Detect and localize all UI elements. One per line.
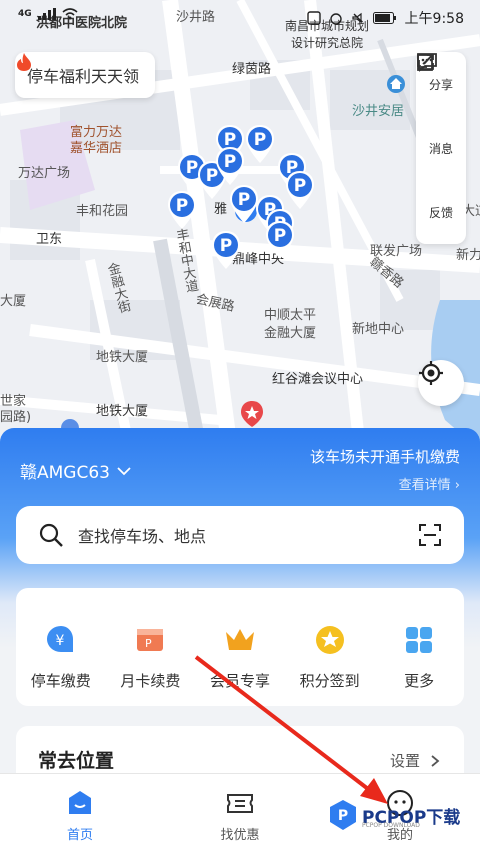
scan-icon[interactable]: [418, 523, 442, 547]
monthly-card-icon: P: [137, 629, 164, 651]
map-label: 红谷滩会议中心: [272, 372, 364, 387]
search-input[interactable]: 查找停车场、地点: [78, 523, 418, 547]
map-label: 中顺太平: [264, 308, 317, 323]
chevron-right-icon: [431, 754, 440, 767]
svg-text:P: P: [176, 196, 188, 216]
crown-icon: [225, 629, 254, 650]
parking-pin-icon[interactable]: P: [284, 170, 316, 210]
parking-pin-icon[interactable]: P: [210, 230, 242, 270]
nav-deals-label: 找优惠: [220, 828, 260, 843]
svg-text:P: P: [224, 152, 236, 172]
svg-text:P: P: [294, 176, 306, 196]
mute-icon: [351, 12, 363, 24]
settings-label: 设置: [389, 752, 420, 770]
payment-notice: 该车场未开通手机缴费: [309, 448, 460, 466]
map-label: 沙井安居: [352, 104, 405, 119]
view-details-link[interactable]: 查看详情 ›: [399, 474, 460, 493]
parking-pin-icon[interactable]: P: [214, 146, 246, 186]
map-label: 新力: [456, 248, 480, 263]
quick-action-label: 积分签到: [299, 672, 360, 690]
quick-action-label: 会员专享: [209, 672, 270, 690]
message-button[interactable]: 消息: [416, 53, 466, 180]
map-label: 绿茵路: [232, 62, 272, 77]
chevron-right-icon: ›: [454, 478, 460, 493]
quick-action-checkin[interactable]: 积分签到: [290, 624, 370, 706]
nav-home[interactable]: 首页: [20, 774, 140, 853]
chevron-down-icon: [117, 466, 131, 475]
search-icon: [39, 523, 63, 547]
map-label: 卫东: [36, 232, 63, 247]
star-coin-icon: [315, 626, 344, 654]
svg-text:P: P: [145, 637, 152, 650]
plate-number: 赣AMGC63: [20, 463, 110, 483]
svg-text:P: P: [238, 190, 250, 210]
feedback-label: 反馈: [428, 205, 453, 220]
promo-label: 停车福利天天领: [27, 67, 140, 86]
nav-deals[interactable]: 找优惠: [180, 774, 300, 853]
quick-action-label: 更多: [404, 672, 435, 690]
nav-home-label: 首页: [66, 828, 93, 843]
plate-selector[interactable]: 赣AMGC63: [20, 458, 132, 483]
alarm-icon: [329, 13, 342, 25]
map-label: 设计研究总院: [291, 36, 364, 50]
map-label: 地铁大厦: [96, 350, 149, 365]
quick-action-label: 停车缴费: [30, 672, 91, 690]
map-label: 丰和花园: [76, 204, 129, 219]
battery-icon: [372, 12, 396, 24]
map-label: 地铁大厦: [96, 404, 149, 419]
network-type: 4G: [18, 9, 32, 19]
quick-action-more[interactable]: 更多: [379, 624, 459, 706]
view-details-label: 查看详情: [398, 478, 451, 493]
feedback-button[interactable]: 反馈: [416, 53, 466, 244]
map-label: 新地中心: [352, 322, 405, 337]
flame-icon: [17, 53, 31, 71]
feedback-icon: [417, 53, 434, 71]
frequent-places-title: 常去位置: [38, 750, 115, 772]
parking-pin-icon[interactable]: P: [264, 220, 296, 260]
map-view[interactable]: 洪都中医院北院 沙井路 南昌市城市规划 设计研究总院 绿茵路 沙井安居 富力万达…: [0, 0, 480, 450]
promo-banner[interactable]: 停车福利天天领: [15, 52, 156, 98]
status-bar: 4G 上午9:58: [0, 0, 480, 36]
search-bar[interactable]: 查找停车场、地点: [16, 506, 464, 564]
poi-marker-icon[interactable]: [240, 400, 264, 428]
svg-text:P: P: [338, 808, 348, 824]
map-label: 万达广场: [18, 166, 71, 181]
map-label: 大厦: [0, 294, 27, 309]
house-poi-icon[interactable]: [386, 74, 406, 94]
quick-actions: ¥ 停车缴费 P 月卡续费 会员专享 积分签到 更多: [16, 588, 464, 706]
nfc-icon: [306, 11, 321, 25]
svg-text:P: P: [274, 226, 286, 246]
map-label: 嘉华酒店: [70, 141, 123, 156]
quick-action-monthly-card[interactable]: P 月卡续费: [110, 624, 190, 706]
frequent-settings-button[interactable]: 设置: [390, 750, 440, 771]
locate-button[interactable]: [418, 360, 464, 406]
quick-action-parking-pay[interactable]: ¥ 停车缴费: [21, 624, 101, 706]
signal-icon: [37, 8, 56, 20]
grid-icon: [406, 627, 433, 653]
map-label: 金融大厦: [264, 326, 317, 341]
watermark-subtext: PCPOP DOWNLOAD: [362, 822, 420, 829]
svg-text:¥: ¥: [55, 633, 64, 649]
map-label: 园路): [0, 410, 32, 425]
pcpop-logo-icon: P: [330, 800, 356, 830]
locate-icon: [419, 361, 443, 385]
quick-action-member[interactable]: 会员专享: [200, 624, 280, 706]
share-label: 分享: [428, 77, 453, 92]
parking-pin-icon[interactable]: P: [166, 190, 198, 230]
parking-pin-icon[interactable]: P: [244, 124, 276, 164]
wifi-icon: [62, 8, 78, 20]
quick-action-label: 月卡续费: [120, 672, 181, 690]
coupon-icon: [227, 794, 253, 813]
map-label: 雅: [214, 202, 228, 217]
svg-text:P: P: [254, 130, 266, 150]
map-side-panel: 分享 消息 反馈: [416, 52, 466, 244]
svg-text:P: P: [220, 236, 232, 256]
home-icon: [69, 791, 91, 814]
bottom-sheet: 赣AMGC63 该车场未开通手机缴费 查看详情 › 查找停车场、地点 ¥ 停车缴…: [0, 428, 480, 786]
message-label: 消息: [428, 141, 453, 156]
clock: 上午9:58: [404, 11, 464, 27]
parking-pay-icon: ¥: [46, 626, 73, 652]
